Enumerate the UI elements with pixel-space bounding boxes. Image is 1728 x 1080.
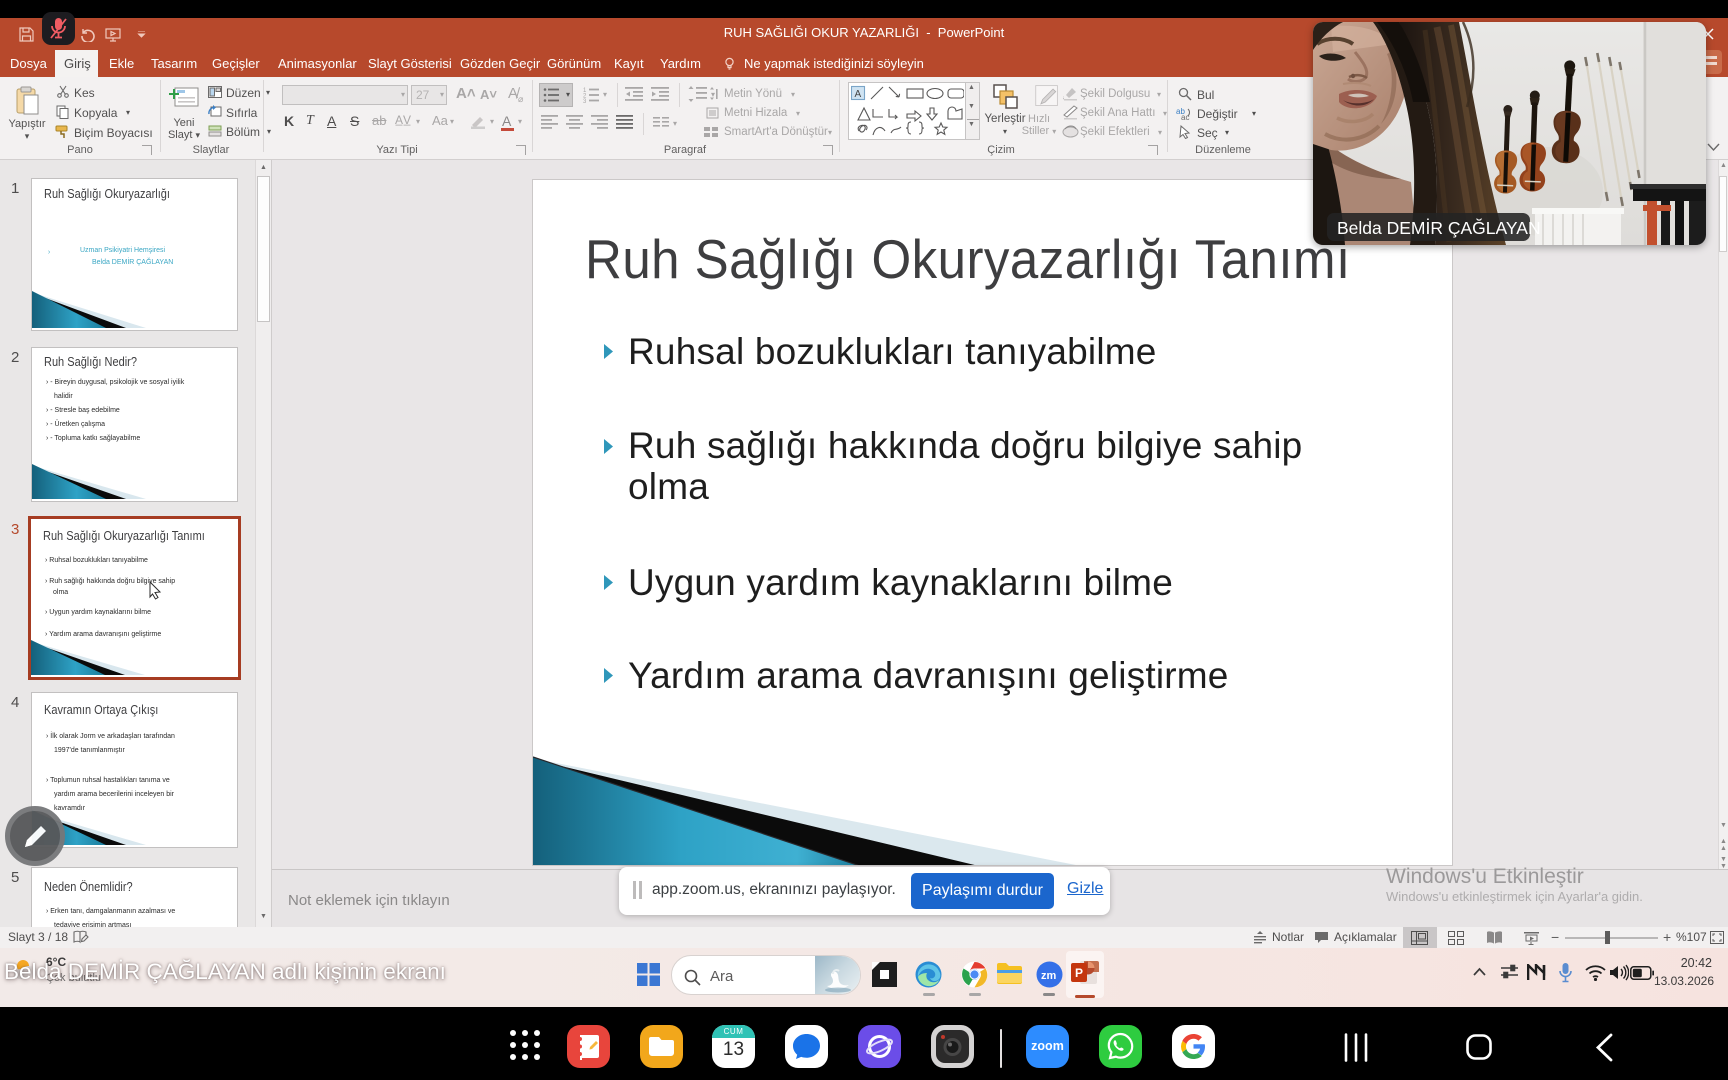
svg-text:zm: zm	[1041, 970, 1057, 982]
svg-text:3: 3	[583, 99, 587, 103]
svg-text:ac: ac	[1181, 113, 1189, 121]
svg-text:A: A	[855, 89, 862, 100]
svg-text:P: P	[1075, 966, 1083, 980]
svg-text:Belda DEMİR ÇAĞLAYAN: Belda DEMİR ÇAĞLAYAN	[1337, 217, 1541, 238]
